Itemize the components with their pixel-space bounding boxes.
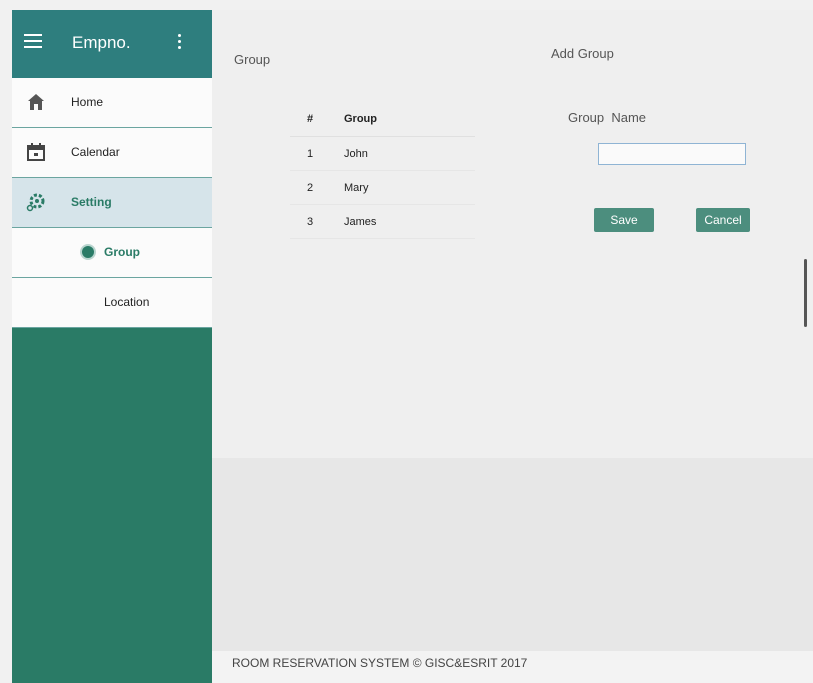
home-icon bbox=[28, 94, 44, 110]
row-number: 1 bbox=[307, 147, 314, 160]
row-group-name: John bbox=[344, 147, 368, 160]
sidebar-item-group[interactable]: Group bbox=[12, 228, 212, 278]
footer: ROOM RESERVATION SYSTEM © GISC&ESRIT 201… bbox=[212, 651, 813, 683]
group-panel-title: Group bbox=[234, 52, 271, 67]
table-row[interactable]: 2 Mary bbox=[290, 171, 475, 205]
row-number: 3 bbox=[307, 215, 314, 228]
main-content: Group # Group 1 John 2 Mary 3 James Add … bbox=[212, 10, 813, 683]
sidebar-item-setting[interactable]: Setting bbox=[12, 178, 212, 228]
footer-text: ROOM RESERVATION SYSTEM © GISC&ESRIT 201… bbox=[232, 656, 528, 670]
sidebar: Empno. Home Calendar Setting Group Locat… bbox=[12, 10, 212, 683]
app-bar: Empno. bbox=[12, 10, 212, 78]
calendar-icon bbox=[27, 143, 45, 161]
sidebar-item-label: Calendar bbox=[71, 145, 120, 159]
sidebar-item-label: Setting bbox=[71, 195, 112, 209]
column-header: # bbox=[307, 113, 314, 125]
table-header: # Group bbox=[290, 102, 475, 137]
sidebar-item-label: Group bbox=[104, 245, 140, 259]
sidebar-item-label: Home bbox=[71, 95, 104, 109]
sidebar-item-calendar[interactable]: Calendar bbox=[12, 128, 212, 178]
sidebar-item-label: Location bbox=[104, 295, 150, 309]
app-brand: Empno. bbox=[72, 33, 131, 52]
hamburger-menu-icon[interactable] bbox=[24, 34, 42, 48]
more-vert-icon[interactable] bbox=[177, 34, 181, 52]
content-lower-area bbox=[212, 458, 813, 651]
cancel-button[interactable]: Cancel bbox=[696, 208, 750, 232]
table-row[interactable]: 3 James bbox=[290, 205, 475, 239]
gear-icon bbox=[26, 193, 45, 212]
radio-dot-icon bbox=[82, 246, 94, 258]
table-row[interactable]: 1 John bbox=[290, 137, 475, 171]
group-name-input[interactable] bbox=[598, 143, 746, 165]
sidebar-item-home[interactable]: Home bbox=[12, 78, 212, 128]
save-button[interactable]: Save bbox=[594, 208, 654, 232]
column-header: Group bbox=[344, 113, 377, 125]
app-window: Empno. Home Calendar Setting Group Locat… bbox=[12, 10, 813, 683]
scrollbar-thumb[interactable] bbox=[804, 259, 807, 327]
row-number: 2 bbox=[307, 181, 314, 194]
row-group-name: Mary bbox=[344, 181, 369, 194]
row-group-name: James bbox=[344, 215, 377, 228]
add-group-title: Add Group bbox=[551, 46, 614, 61]
group-name-label: Group Name bbox=[568, 110, 647, 125]
sidebar-item-location[interactable]: Location bbox=[12, 278, 212, 328]
group-table: # Group 1 John 2 Mary 3 James bbox=[290, 102, 475, 239]
sidebar-nav: Home Calendar Setting Group Location bbox=[12, 78, 212, 328]
